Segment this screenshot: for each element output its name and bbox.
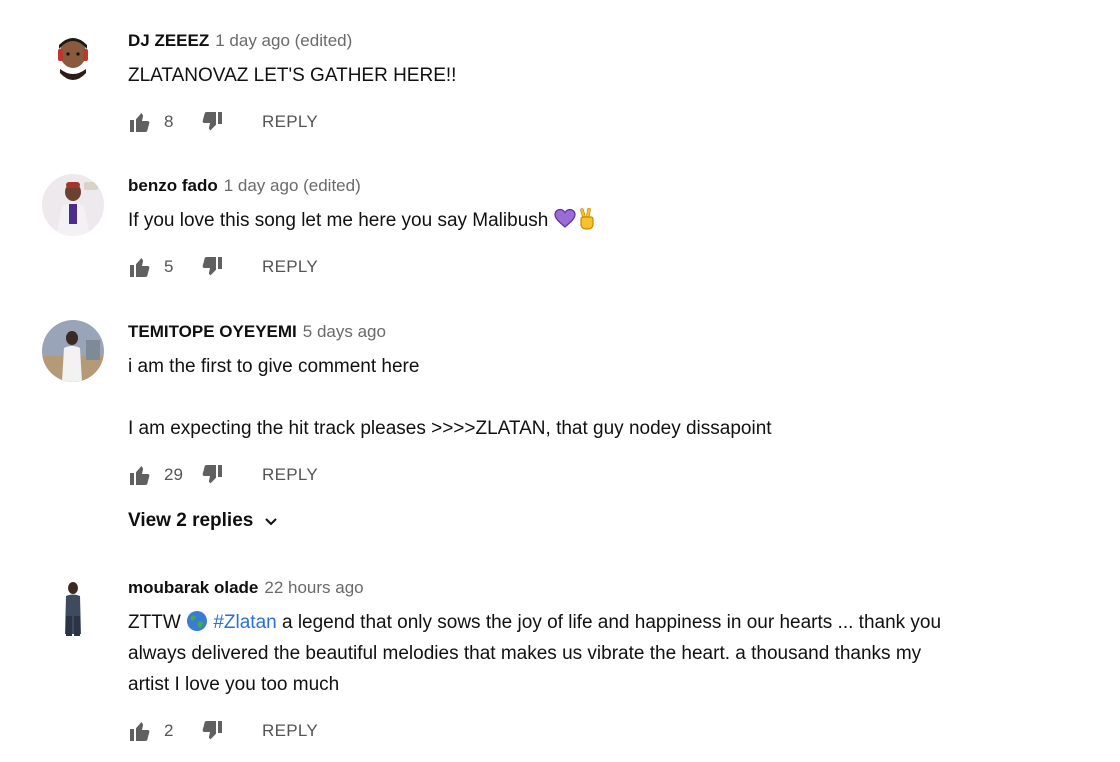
comment-actions: 29 REPLY [128, 462, 1080, 488]
comment-line-text: a legend that only sows the joy of life … [281, 612, 942, 633]
comment-author[interactable]: TEMITOPE OYEYEMI [128, 322, 297, 341]
comment-line: If you love this song let me here you sa… [128, 205, 1080, 236]
comment-author[interactable]: benzo fado [128, 176, 218, 195]
comment-thread: DJ ZEEEZ 1 day ago (edited) ZLATANOVAZ LE… [0, 0, 1120, 762]
avatar[interactable] [42, 576, 104, 638]
comment-actions: 5 REPLY [128, 254, 1080, 280]
purple-heart-icon [554, 208, 576, 230]
victory-hand-icon [576, 207, 598, 230]
like-icon[interactable] [128, 463, 152, 487]
comment-text: ZLATANOVAZ LET'S GATHER HERE!! [128, 60, 1080, 91]
comment-timestamp[interactable]: 5 days ago [303, 322, 386, 341]
avatar[interactable] [42, 174, 104, 236]
comment-line: ZTTW #Zlatan a legend that only sows the… [128, 607, 1080, 638]
comment-text: i am the first to give comment here I am… [128, 351, 1080, 444]
comment-timestamp[interactable]: 1 day ago (edited) [224, 176, 361, 195]
reply-button[interactable]: REPLY [262, 465, 318, 485]
comment-text: If you love this song let me here you sa… [128, 205, 1080, 236]
comment-actions: 8 REPLY [128, 109, 1080, 135]
like-icon[interactable] [128, 255, 152, 279]
globe-icon [186, 610, 208, 632]
like-count: 8 [164, 112, 174, 131]
like-count: 29 [164, 465, 183, 484]
comment-actions: 2 REPLY [128, 718, 1080, 744]
comment-text: ZTTW #Zlatan a legend that only sows the… [128, 607, 1080, 700]
chevron-down-icon [263, 513, 279, 529]
reply-button[interactable]: REPLY [262, 721, 318, 741]
view-replies-label: View 2 replies [128, 510, 254, 531]
avatar[interactable] [42, 29, 104, 91]
dislike-icon[interactable] [200, 255, 224, 279]
reply-button[interactable]: REPLY [262, 112, 318, 132]
dislike-icon[interactable] [200, 719, 224, 743]
hashtag-link[interactable]: #Zlatan [213, 612, 276, 633]
reply-button[interactable]: REPLY [262, 257, 318, 277]
like-icon[interactable] [128, 719, 152, 743]
like-icon[interactable] [128, 110, 152, 134]
comment-line: ZLATANOVAZ LET'S GATHER HERE!! [128, 65, 457, 86]
comment-author[interactable]: moubarak olade [128, 578, 258, 597]
dislike-icon[interactable] [200, 463, 224, 487]
comment-author[interactable]: DJ ZEEEZ [128, 31, 209, 50]
like-count: 2 [164, 721, 174, 740]
comment-line-text: If you love this song let me here you sa… [128, 210, 549, 231]
comment-line: I am expecting the hit track pleases >>>… [128, 418, 772, 439]
avatar[interactable] [42, 320, 104, 382]
dislike-icon[interactable] [200, 110, 224, 134]
comment-timestamp[interactable]: 1 day ago (edited) [215, 31, 352, 50]
comment-line: always delivered the beautiful melodies … [128, 643, 922, 664]
comment-line: artist I love you too much [128, 674, 340, 695]
comment-line: i am the first to give comment here [128, 356, 420, 377]
view-replies-button[interactable]: View 2 replies [128, 510, 1080, 532]
like-count: 5 [164, 257, 174, 276]
comment-timestamp[interactable]: 22 hours ago [264, 578, 363, 597]
comment-prefix: ZTTW [128, 612, 181, 633]
